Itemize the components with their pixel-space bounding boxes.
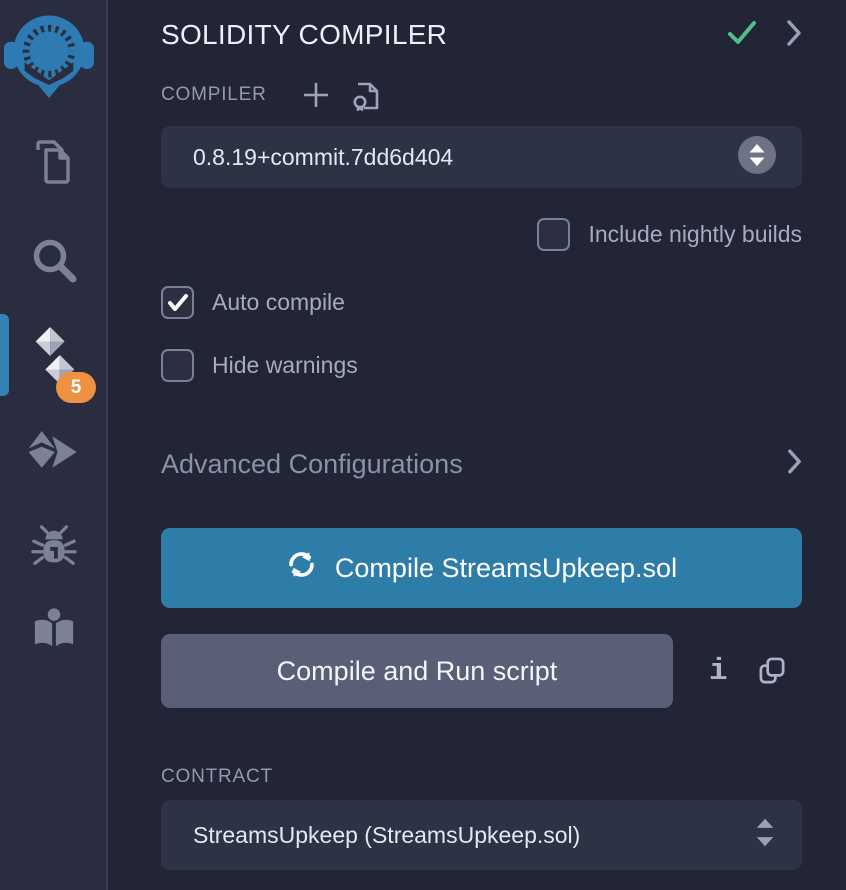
compiler-label-row: COMPILER: [161, 78, 802, 112]
icon-sidebar: 5: [0, 0, 108, 890]
compiler-license-file-icon[interactable]: [351, 79, 381, 111]
contract-select[interactable]: StreamsUpkeep (StreamsUpkeep.sol): [161, 800, 802, 870]
hide-warnings-checkbox-row[interactable]: Hide warnings: [161, 349, 802, 382]
book-icon: [31, 606, 77, 655]
version-sort-toggle-icon[interactable]: [738, 136, 776, 179]
hide-warnings-checkbox[interactable]: [161, 349, 194, 382]
compiler-version-select[interactable]: 0.8.19+commit.7dd6d404: [161, 126, 802, 188]
copy-icon[interactable]: [758, 656, 787, 687]
sidebar-item-deploy-and-run[interactable]: [0, 428, 108, 481]
include-nightly-checkbox-row[interactable]: Include nightly builds: [161, 218, 802, 251]
compile-and-run-label: Compile and Run script: [277, 656, 558, 687]
compiler-section-label: COMPILER: [161, 84, 267, 106]
remix-app: 5: [0, 0, 846, 890]
compile-button[interactable]: Compile StreamsUpkeep.sol: [161, 528, 802, 608]
advanced-chevron-icon: [787, 448, 802, 480]
include-nightly-label: Include nightly builds: [588, 221, 802, 248]
compile-refresh-icon: [286, 549, 317, 587]
collapse-panel-chevron-icon[interactable]: [786, 19, 802, 52]
sidebar-item-search[interactable]: [0, 234, 108, 291]
debugger-bug-icon: [31, 524, 77, 575]
deploy-run-icon: [26, 428, 82, 481]
compiler-version-value: 0.8.19+commit.7dd6d404: [193, 144, 738, 171]
contract-section-label: CONTRACT: [161, 766, 802, 788]
include-nightly-checkbox[interactable]: [537, 218, 570, 251]
add-compiler-plus-icon[interactable]: [301, 80, 331, 110]
auto-compile-label: Auto compile: [212, 289, 345, 316]
compiler-error-badge: 5: [56, 372, 96, 403]
compile-and-run-button[interactable]: Compile and Run script: [161, 634, 673, 708]
info-icon[interactable]: i: [709, 656, 728, 687]
panel-title: SOLIDITY COMPILER: [161, 19, 447, 51]
hide-warnings-label: Hide warnings: [212, 352, 358, 379]
sidebar-item-debugger[interactable]: [0, 524, 108, 575]
panel-header: SOLIDITY COMPILER: [161, 16, 802, 54]
search-icon: [28, 234, 80, 291]
file-explorer-icon: [28, 136, 80, 193]
checkmark-icon: [167, 293, 189, 313]
compile-success-check-icon: [726, 20, 758, 51]
auto-compile-checkbox[interactable]: [161, 286, 194, 319]
contract-select-arrows-icon: [754, 814, 776, 856]
compile-button-label: Compile StreamsUpkeep.sol: [335, 553, 677, 584]
auto-compile-checkbox-row[interactable]: Auto compile: [161, 286, 802, 319]
sidebar-item-learneth[interactable]: [0, 606, 108, 655]
compile-run-row: Compile and Run script i: [161, 634, 802, 708]
contract-select-value: StreamsUpkeep (StreamsUpkeep.sol): [193, 822, 754, 849]
sidebar-item-file-explorer[interactable]: [0, 136, 108, 193]
remix-logo-icon[interactable]: [4, 8, 94, 98]
advanced-configurations-label: Advanced Configurations: [161, 449, 463, 480]
advanced-configurations-toggle[interactable]: Advanced Configurations: [161, 448, 802, 480]
solidity-compiler-panel: SOLIDITY COMPILER COMPILER: [108, 0, 846, 890]
